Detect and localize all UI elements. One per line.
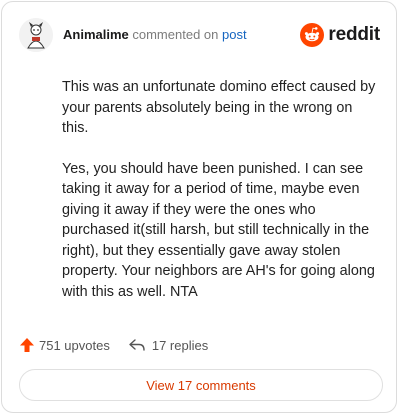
- avatar-illustration-icon: [19, 18, 53, 52]
- replies-label: 17 replies: [151, 337, 209, 353]
- upvotes-label: 751 upvotes: [39, 337, 110, 353]
- comment-paragraph-2: Yes, you should have been punished. I ca…: [62, 160, 375, 300]
- upvotes-stat[interactable]: 751 upvotes: [19, 337, 110, 353]
- reply-arrow-icon: [129, 339, 145, 351]
- post-link[interactable]: post: [222, 27, 247, 42]
- comment-paragraph-1: This was an unfortunate domino effect ca…: [62, 79, 376, 136]
- comment-footer: 751 upvotes 17 replies: [19, 334, 208, 356]
- view-comments-button[interactable]: View 17 comments: [19, 369, 383, 401]
- reddit-snoo-icon: [300, 23, 325, 47]
- comment-body: This was an unfortunate domino effect ca…: [62, 77, 380, 322]
- user-avatar[interactable]: [19, 18, 53, 52]
- comment-card: Animalime commented on post reddit This …: [1, 1, 397, 413]
- username-link[interactable]: Animalime: [63, 27, 129, 42]
- upvote-arrow-icon: [20, 338, 34, 352]
- comment-header: Animalime commented on post reddit: [19, 18, 380, 54]
- comment-attribution: Animalime commented on post: [63, 27, 247, 42]
- replies-stat[interactable]: 17 replies: [128, 337, 208, 353]
- commented-on-text: commented on: [132, 27, 219, 42]
- reddit-wordmark: reddit: [328, 24, 380, 45]
- reddit-logo[interactable]: reddit: [300, 21, 380, 49]
